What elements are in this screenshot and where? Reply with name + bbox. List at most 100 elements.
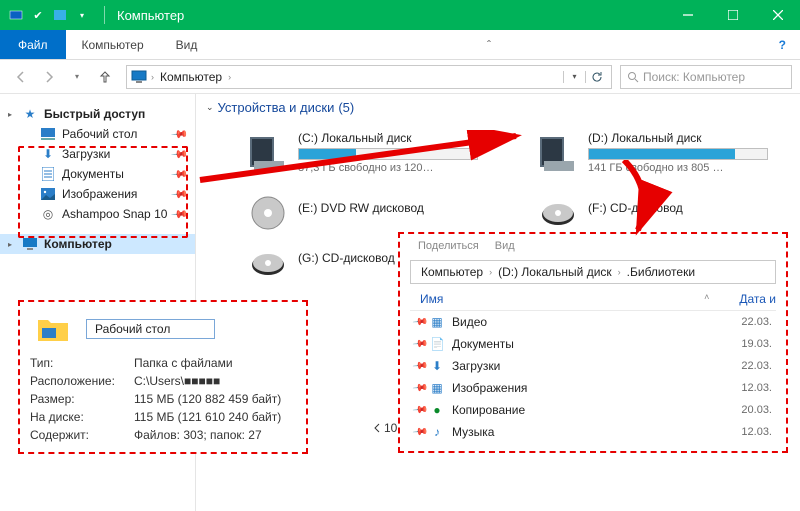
drive-e[interactable]: (E:) DVD RW дисковод: [246, 191, 486, 235]
quick-access-header[interactable]: ▸ ★ Быстрый доступ: [0, 104, 195, 124]
sidebar-item-label: Изображения: [62, 187, 137, 201]
collapse-icon[interactable]: ⌄: [206, 102, 214, 113]
property-value: 115 МБ (120 882 459 байт): [134, 392, 281, 406]
pin-icon: 📌: [412, 402, 429, 418]
breadcrumb-chevron-icon[interactable]: ›: [489, 267, 492, 277]
refresh-button[interactable]: [585, 71, 607, 83]
close-button[interactable]: [755, 0, 800, 30]
folder-icon: [36, 314, 70, 344]
item-date: 12.03.: [741, 426, 776, 438]
column-date[interactable]: Дата и: [739, 292, 776, 306]
breadcrumb-chevron-icon[interactable]: ›: [618, 267, 621, 277]
item-name: Видео: [452, 315, 733, 329]
qat-dropdown-icon[interactable]: ▾: [74, 7, 90, 23]
cd-icon: [246, 241, 290, 285]
item-name: Документы: [452, 337, 733, 351]
list-item[interactable]: 📌📄Документы19.03.: [410, 333, 776, 355]
inner-tab-share[interactable]: Поделиться: [418, 240, 479, 252]
back-button[interactable]: [8, 64, 34, 90]
pin-icon: 📌: [412, 358, 429, 374]
qat-item-icon[interactable]: [52, 7, 68, 23]
list-item[interactable]: 📌▦Видео22.03.: [410, 311, 776, 333]
sidebar-item-label: Документы: [62, 167, 124, 181]
maximize-button[interactable]: [710, 0, 755, 30]
item-icon: ●: [430, 403, 444, 417]
up-button[interactable]: [92, 64, 118, 90]
property-row: На диске:115 МБ (121 610 240 байт): [30, 408, 296, 426]
inner-tab-view[interactable]: Вид: [495, 240, 515, 252]
ribbon: Файл Компьютер Вид ˆ ?: [0, 30, 800, 60]
app-folder-icon: ◎: [40, 206, 56, 222]
file-tab[interactable]: Файл: [0, 30, 66, 59]
desktop-icon: [40, 126, 56, 142]
address-bar[interactable]: › Компьютер › ▾: [126, 65, 612, 89]
inner-list-header[interactable]: Имя ˄ Дата и: [410, 292, 776, 311]
pin-icon: 📌: [171, 165, 190, 184]
ribbon-collapse-button[interactable]: ˆ: [477, 30, 501, 59]
ribbon-tab-view[interactable]: Вид: [160, 30, 214, 59]
drive-name: (D:) Локальный диск: [588, 131, 776, 145]
search-placeholder: Поиск: Компьютер: [643, 70, 745, 84]
property-value: Файлов: 303; папок: 27: [134, 428, 262, 442]
forward-button[interactable]: [36, 64, 62, 90]
property-value: C:\Users\■■■■■: [134, 374, 220, 388]
pin-icon: 📌: [171, 205, 190, 224]
pin-icon: 📌: [171, 125, 190, 144]
sidebar-item-label: Ashampoo Snap 10: [62, 207, 167, 221]
sidebar-item-documents[interactable]: Документы 📌: [0, 164, 195, 184]
item-name: Музыка: [452, 425, 733, 439]
sort-indicator-icon: ˄: [704, 292, 709, 306]
item-icon: ▦: [430, 381, 444, 395]
list-item[interactable]: 📌⬇Загрузки22.03.: [410, 355, 776, 377]
folder-name-field[interactable]: Рабочий стол: [86, 319, 215, 339]
sidebar-item-ashampoo[interactable]: ◎ Ashampoo Snap 10 📌: [0, 204, 195, 224]
pictures-icon: [40, 186, 56, 202]
section-title: Устройства и диски: [218, 100, 335, 115]
list-item[interactable]: 📌♪Музыка12.03.: [410, 421, 776, 443]
search-box[interactable]: Поиск: Компьютер: [620, 65, 792, 89]
list-item[interactable]: 📌●Копирование20.03.: [410, 399, 776, 421]
quick-access-toolbar: ✔ ▾: [0, 7, 98, 23]
titlebar: ✔ ▾ Компьютер: [0, 0, 800, 30]
property-row: Тип:Папка с файлами: [30, 354, 296, 372]
this-pc-icon: [131, 70, 147, 84]
sidebar-item-desktop[interactable]: Рабочий стол 📌: [0, 124, 195, 144]
property-row: Содержит:Файлов: 303; папок: 27: [30, 426, 296, 444]
star-icon: ★: [22, 106, 38, 122]
inner-crumb-libs[interactable]: .Библиотеки: [623, 265, 699, 279]
ribbon-tab-computer[interactable]: Компьютер: [66, 30, 160, 59]
capacity-bar: [588, 148, 768, 160]
vertical-divider: [104, 6, 105, 24]
item-date: 12.03.: [741, 382, 776, 394]
list-item[interactable]: 📌▦Изображения12.03.: [410, 377, 776, 399]
column-name[interactable]: Имя: [420, 292, 744, 306]
inner-crumb-d[interactable]: (D:) Локальный диск: [494, 265, 616, 279]
sidebar-item-label: Компьютер: [44, 237, 112, 251]
property-value: 115 МБ (121 610 240 байт): [134, 410, 281, 424]
minimize-button[interactable]: [665, 0, 710, 30]
inner-crumb-pc[interactable]: Компьютер: [417, 265, 487, 279]
pin-icon: 📌: [171, 145, 190, 164]
property-key: Тип:: [30, 356, 134, 370]
documents-icon: [40, 166, 56, 182]
sidebar-item-downloads[interactable]: ⬇ Загрузки 📌: [0, 144, 195, 164]
properties-panel-overlay: Рабочий стол Тип:Папка с файламиРасполож…: [18, 300, 308, 454]
sidebar-item-computer[interactable]: ▸ Компьютер: [0, 234, 195, 254]
history-dropdown[interactable]: ▾: [64, 64, 90, 90]
item-icon: ♪: [430, 425, 444, 439]
navigation-row: ▾ › Компьютер › ▾ Поиск: Компьютер: [0, 60, 800, 94]
section-header[interactable]: ⌄ Устройства и диски (5): [206, 100, 790, 115]
pin-icon: 📌: [171, 185, 190, 204]
sidebar-item-pictures[interactable]: Изображения 📌: [0, 184, 195, 204]
breadcrumb-chevron-icon[interactable]: ›: [228, 72, 231, 82]
property-key: Содержит:: [30, 428, 134, 442]
tree-expand-icon[interactable]: ▸: [8, 110, 12, 119]
breadcrumb-root[interactable]: Компьютер: [154, 70, 228, 84]
help-button[interactable]: ?: [765, 30, 800, 59]
inner-address-bar[interactable]: Компьютер › (D:) Локальный диск › .Библи…: [410, 260, 776, 284]
system-menu-icon[interactable]: [8, 7, 24, 23]
pin-icon: 📌: [412, 380, 429, 396]
inner-explorer-overlay: Поделиться Вид Компьютер › (D:) Локальны…: [398, 232, 788, 453]
address-dropdown[interactable]: ▾: [563, 71, 585, 83]
tree-expand-icon[interactable]: ▸: [8, 240, 12, 249]
